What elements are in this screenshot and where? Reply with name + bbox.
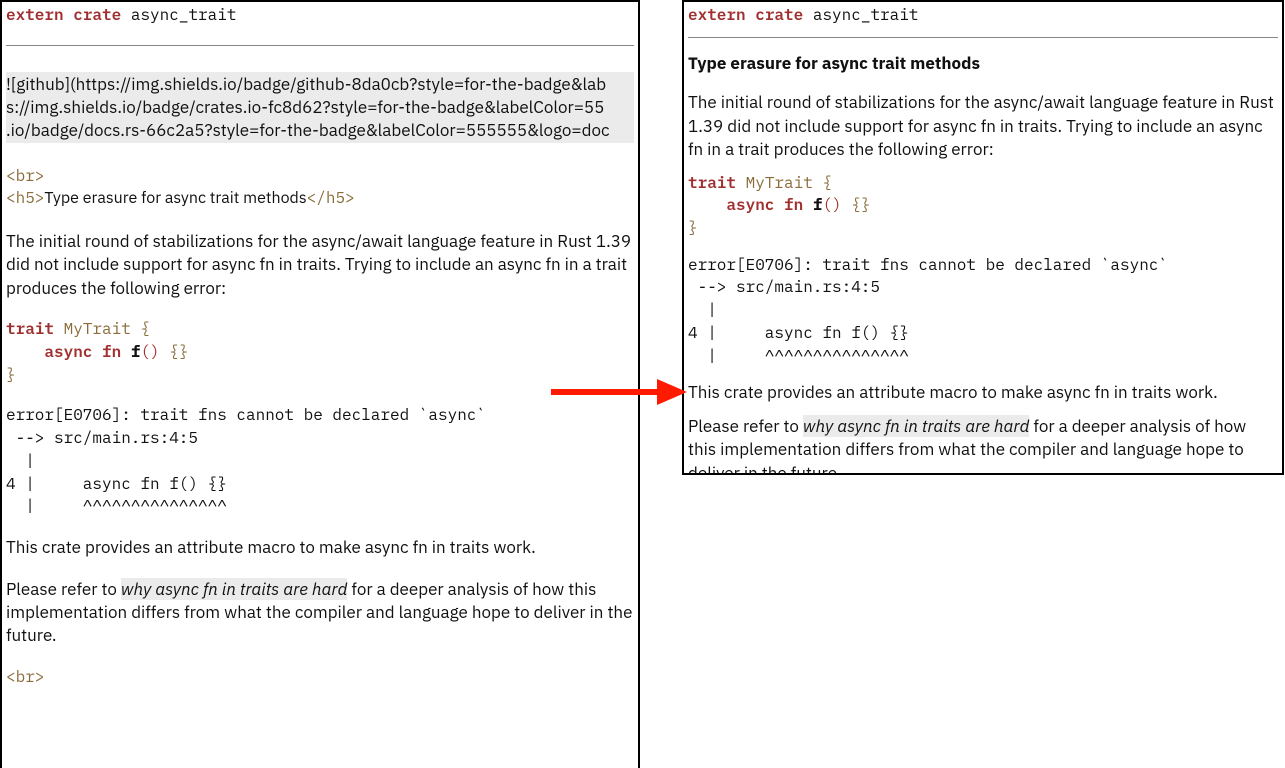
crate-name: async_trait — [131, 5, 237, 25]
kw-crate: crate — [73, 5, 121, 25]
intro-paragraph: The initial round of stabilizations for … — [6, 230, 634, 300]
error-output-block: error[E0706]: trait fns cannot be declar… — [688, 254, 1278, 368]
kw-extern: extern — [6, 5, 64, 25]
trait-code-block: trait MyTrait { async fn f() {} } — [688, 172, 1278, 240]
outro-paragraph-2: Please refer to why async fn in traits a… — [6, 578, 634, 648]
badge-markdown-block: ![github](https://img.shields.io/badge/g… — [6, 72, 634, 143]
left-source-panel: extern crate async_trait ![github](https… — [0, 0, 640, 768]
badge-line-3: .io/badge/docs.rs-66c2a5?style=for-the-b… — [6, 119, 634, 142]
divider — [6, 45, 634, 46]
reference-link[interactable]: why async fn in traits are hard — [121, 578, 347, 600]
outro-paragraph-1: This crate provides an attribute macro t… — [688, 381, 1278, 404]
raw-br-tag-bottom: <br> — [6, 666, 634, 689]
intro-paragraph: The initial round of stabilizations for … — [688, 91, 1278, 161]
badge-line-2: s://img.shields.io/badge/crates.io-fc8d6… — [6, 96, 634, 119]
divider — [688, 37, 1278, 38]
error-output-block: error[E0706]: trait fns cannot be declar… — [6, 404, 634, 518]
right-rendered-panel: extern crate async_trait Type erasure fo… — [682, 0, 1284, 475]
outro-paragraph-1: This crate provides an attribute macro t… — [6, 536, 634, 559]
crate-declaration: extern crate async_trait — [6, 4, 634, 27]
section-heading: Type erasure for async trait methods — [688, 52, 1278, 75]
reference-link[interactable]: why async fn in traits are hard — [803, 415, 1029, 437]
raw-br-tag: <br> — [6, 165, 634, 188]
crate-declaration: extern crate async_trait — [688, 4, 1278, 27]
outro-paragraph-2: Please refer to why async fn in traits a… — [688, 415, 1278, 475]
badge-line-1: ![github](https://img.shields.io/badge/g… — [6, 73, 634, 96]
raw-h5-line: <h5>Type erasure for async trait methods… — [6, 187, 634, 210]
trait-code-block: trait MyTrait { async fn f() {} } — [6, 318, 634, 386]
